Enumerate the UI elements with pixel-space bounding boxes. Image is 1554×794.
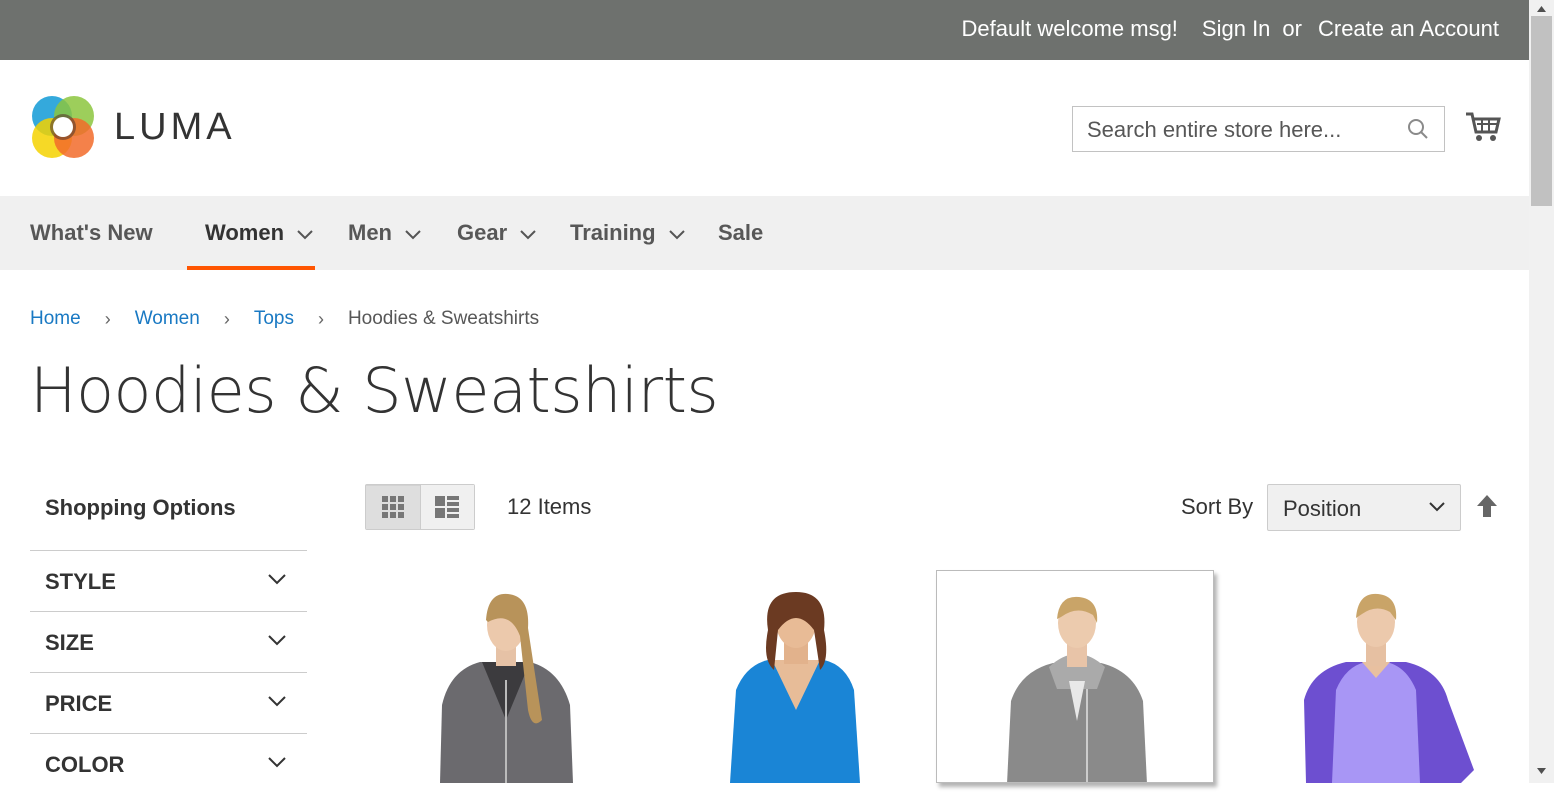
chevron-down-icon	[268, 574, 286, 585]
nav-item-label: What's New	[30, 220, 153, 245]
sign-in-link[interactable]: Sign In	[1202, 16, 1271, 42]
chevron-down-icon	[520, 230, 536, 240]
welcome-message: Default welcome msg!	[961, 16, 1178, 41]
breadcrumb: Home › Women › Tops › Hoodies & Sweatshi…	[30, 308, 539, 330]
chevron-down-icon	[1429, 502, 1445, 512]
logo[interactable]: LUMA	[30, 93, 250, 161]
page-title: Hoodies & Sweatshirts	[30, 354, 719, 427]
chevron-down-icon	[268, 635, 286, 646]
nav-item-whats-new[interactable]: What's New	[30, 196, 153, 270]
nav-active-indicator	[187, 266, 315, 270]
shopping-options-title: Shopping Options	[45, 495, 236, 520]
top-panel: Default welcome msg! Sign In or Create a…	[0, 0, 1529, 60]
search-box	[1072, 106, 1445, 153]
nav-item-label: Sale	[718, 220, 764, 245]
product-item[interactable]	[1236, 570, 1514, 783]
list-icon	[435, 496, 460, 518]
items-count: 12 Items	[507, 494, 592, 519]
chevron-down-icon	[297, 230, 313, 240]
view-mode-switcher	[365, 484, 475, 530]
nav-item-label: Gear	[457, 220, 508, 245]
nav-item-training[interactable]: Training	[570, 196, 686, 270]
scroll-up-arrow-icon[interactable]	[1537, 6, 1546, 12]
product-image	[1007, 596, 1147, 782]
nav-item-men[interactable]: Men	[348, 196, 422, 270]
breadcrumb-separator-icon: ›	[317, 308, 324, 329]
nav-item-label: Men	[348, 220, 392, 245]
breadcrumb-separator-icon: ›	[223, 308, 230, 329]
sort-by-select[interactable]: Position	[1267, 484, 1461, 531]
logo-text: LUMA	[114, 105, 236, 148]
nav-item-label: Women	[205, 220, 285, 245]
filter-label: STYLE	[45, 569, 116, 594]
sort-by-value: Position	[1283, 496, 1362, 521]
breadcrumb-separator-icon: ›	[104, 308, 111, 329]
chevron-down-icon	[668, 230, 685, 240]
chevron-down-icon	[268, 696, 286, 707]
page-scrollbar[interactable]	[1529, 0, 1554, 783]
filter-style[interactable]: STYLE	[30, 550, 307, 611]
grid-view-button[interactable]	[366, 485, 420, 529]
scroll-down-arrow-icon[interactable]	[1537, 768, 1546, 774]
grid-icon	[381, 496, 404, 518]
nav-item-women[interactable]: Women	[205, 196, 314, 270]
cart-icon[interactable]	[1464, 108, 1502, 146]
nav-item-gear[interactable]: Gear	[457, 196, 537, 270]
or-text: or	[1282, 16, 1302, 41]
list-view-button[interactable]	[419, 485, 474, 529]
scrollbar-thumb[interactable]	[1531, 16, 1552, 206]
filter-price[interactable]: PRICE	[30, 672, 307, 733]
filter-label: COLOR	[45, 752, 125, 777]
filter-size[interactable]: SIZE	[30, 611, 307, 672]
search-input[interactable]	[1073, 107, 1389, 153]
product-item[interactable]	[370, 570, 648, 783]
filter-color[interactable]: COLOR	[30, 733, 307, 794]
luma-logo-icon	[32, 96, 94, 158]
main-nav: What's New Women Men Gear Training Sale	[0, 196, 1529, 270]
product-image	[730, 592, 860, 783]
product-image	[1304, 593, 1474, 783]
product-item-hovered[interactable]	[936, 570, 1214, 783]
product-image	[440, 593, 573, 783]
breadcrumb-tops[interactable]: Tops	[254, 308, 294, 330]
sort-by-label: Sort By	[1181, 494, 1254, 519]
search-icon[interactable]	[1406, 117, 1430, 141]
filter-label: PRICE	[45, 691, 113, 716]
breadcrumb-women[interactable]: Women	[135, 308, 200, 330]
nav-item-sale[interactable]: Sale	[718, 196, 763, 270]
create-account-link[interactable]: Create an Account	[1318, 16, 1499, 42]
chevron-down-icon	[405, 230, 421, 240]
filter-label: SIZE	[45, 630, 94, 655]
sort-ascending-arrow-icon[interactable]	[1476, 494, 1498, 518]
chevron-down-icon	[268, 757, 286, 768]
nav-item-label: Training	[570, 220, 656, 245]
breadcrumb-current: Hoodies & Sweatshirts	[347, 308, 540, 329]
breadcrumb-home[interactable]: Home	[30, 308, 81, 330]
header-links: Default welcome msg! Sign In or Create a…	[962, 16, 1500, 42]
product-item[interactable]	[656, 570, 934, 783]
